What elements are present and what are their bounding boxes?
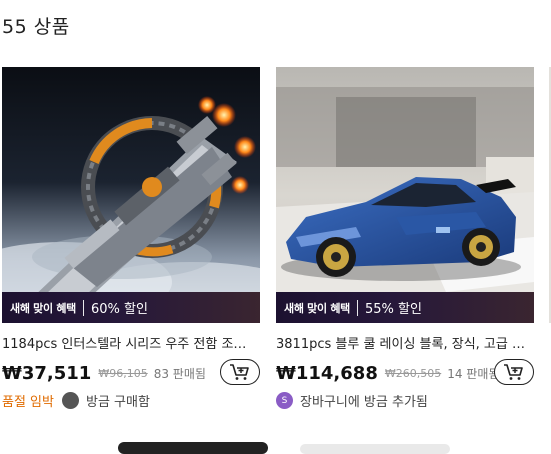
activity-text: 방금 구매함 (85, 395, 150, 410)
sports-car-image (276, 67, 534, 323)
price-row: ₩37,511 ₩96,105 83 판매됨 (2, 358, 260, 388)
promo-tag: 새해 맞이 혜택 (10, 301, 76, 315)
promo-banner: 새해 맞이 혜택 55% 할인 (276, 292, 534, 323)
add-to-cart-icon (504, 364, 523, 380)
original-price: ₩96,105 (98, 366, 148, 380)
scroll-indicator-active (118, 442, 268, 454)
add-to-cart-button[interactable] (494, 359, 534, 385)
sale-price: ₩37,511 (2, 362, 92, 384)
sold-count: 83 판매됨 (153, 366, 206, 381)
product-card[interactable]: 새해 맞이 혜택 55% 할인 3811pcs 블루 쿨 레이싱 블록, 장식,… (276, 67, 534, 410)
product-image[interactable]: 새해 맞이 혜택 55% 할인 (276, 67, 534, 323)
scroll-indicator (300, 444, 450, 454)
product-meta: S 장바구니에 방금 추가됨 (276, 391, 534, 410)
discount-label: 55% 할인 (364, 302, 422, 317)
product-meta: 품절 임박 방금 구매함 (2, 391, 260, 410)
product-title[interactable]: 3811pcs 블루 쿨 레이싱 블록, 장식, 고급 스포츠카 (276, 333, 532, 352)
sold-count: 14 판매됨 (447, 366, 500, 381)
spaceship-image (2, 67, 260, 323)
discount-label: 60% 할인 (90, 302, 148, 317)
activity-text: 장바구니에 방금 추가됨 (300, 395, 428, 410)
product-card[interactable]: 새해 맞이 혜택 60% 할인 1184pcs 인터스텔라 시리즈 우주 전함 … (2, 67, 260, 410)
promo-tag: 새해 맞이 혜택 (284, 301, 350, 315)
divider (82, 299, 84, 316)
sale-price: ₩114,688 (276, 362, 378, 384)
product-title[interactable]: 1184pcs 인터스텔라 시리즈 우주 전함 조립 블록 (2, 333, 258, 352)
add-to-cart-icon (230, 364, 249, 380)
product-image[interactable]: 새해 맞이 혜택 60% 할인 (2, 67, 260, 323)
avatar (61, 392, 79, 409)
price-row: ₩114,688 ₩260,505 14 판매됨 (276, 358, 534, 388)
stock-badge: 품절 임박 (2, 395, 54, 410)
original-price: ₩260,505 (384, 366, 442, 380)
add-to-cart-button[interactable] (220, 359, 260, 385)
divider (356, 299, 358, 316)
avatar: S (276, 392, 293, 409)
promo-banner: 새해 맞이 혜택 60% 할인 (2, 292, 260, 323)
results-count: 55 상품 (2, 16, 70, 38)
